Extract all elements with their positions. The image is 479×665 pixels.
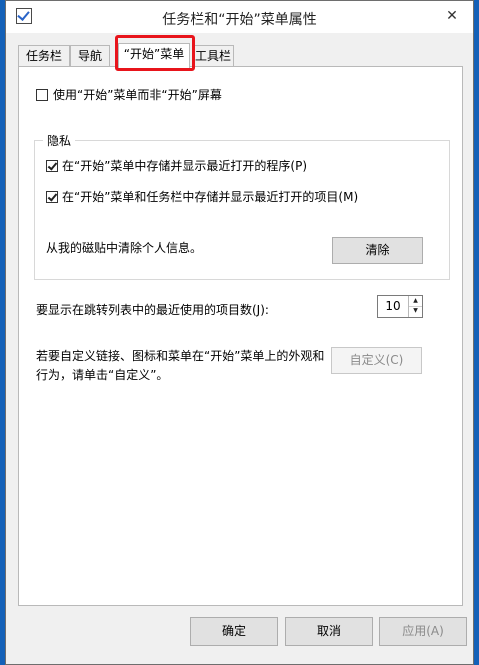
- close-button[interactable]: ✕: [437, 5, 467, 27]
- customize-description-line2: 行为，请单击“自定义”。: [36, 368, 169, 382]
- apply-button[interactable]: 应用(A): [379, 617, 467, 646]
- title-bar[interactable]: 任务栏和“开始”菜单属性 ✕: [6, 1, 473, 33]
- clear-button[interactable]: 清除: [332, 237, 423, 264]
- tab-highlight-annotation: [115, 35, 195, 71]
- privacy-group-title: 隐私: [43, 132, 76, 149]
- privacy-group: 隐私 在“开始”菜单中存储并显示最近打开的程序(P) 在“开始”菜单和任务栏中存…: [34, 132, 450, 280]
- stepper-buttons: ▲ ▼: [408, 296, 422, 317]
- tab-panel-start-menu: 使用“开始”菜单而非“开始”屏幕 隐私 在“开始”菜单中存储并显示最近打开的程序…: [18, 66, 463, 606]
- store-recent-programs-checkbox[interactable]: [46, 160, 58, 172]
- tab-navigation[interactable]: 导航: [70, 45, 110, 66]
- use-start-menu-checkbox[interactable]: [36, 89, 48, 101]
- clear-tiles-label: 从我的磁贴中清除个人信息。: [46, 241, 203, 255]
- cancel-button[interactable]: 取消: [285, 617, 373, 646]
- jump-list-count-label: 要显示在跳转列表中的最近使用的项目数(J):: [36, 303, 269, 317]
- stepper-down-arrow-icon[interactable]: ▼: [409, 306, 422, 316]
- ok-button[interactable]: 确定: [190, 617, 278, 646]
- customize-description-line1: 若要自定义链接、图标和菜单在“开始”菜单上的外观和: [36, 349, 325, 363]
- jump-list-count-stepper[interactable]: 10 ▲ ▼: [377, 295, 423, 318]
- use-start-menu-label[interactable]: 使用“开始”菜单而非“开始”屏幕: [53, 86, 222, 103]
- customize-button[interactable]: 自定义(C): [331, 347, 422, 374]
- properties-dialog: 任务栏和“开始”菜单属性 ✕ 任务栏 导航 “开始”菜单 工具栏 使用“开始”菜…: [5, 0, 474, 665]
- store-recent-programs-label[interactable]: 在“开始”菜单中存储并显示最近打开的程序(P): [62, 157, 307, 174]
- jump-list-count-value[interactable]: 10: [378, 296, 408, 317]
- window-title: 任务栏和“开始”菜单属性: [162, 12, 317, 28]
- store-recent-items-label[interactable]: 在“开始”菜单和任务栏中存储并显示最近打开的项目(M): [62, 188, 358, 205]
- store-recent-items-checkbox[interactable]: [46, 191, 58, 203]
- tab-toolbars[interactable]: 工具栏: [192, 45, 234, 66]
- tab-taskbar[interactable]: 任务栏: [18, 45, 70, 66]
